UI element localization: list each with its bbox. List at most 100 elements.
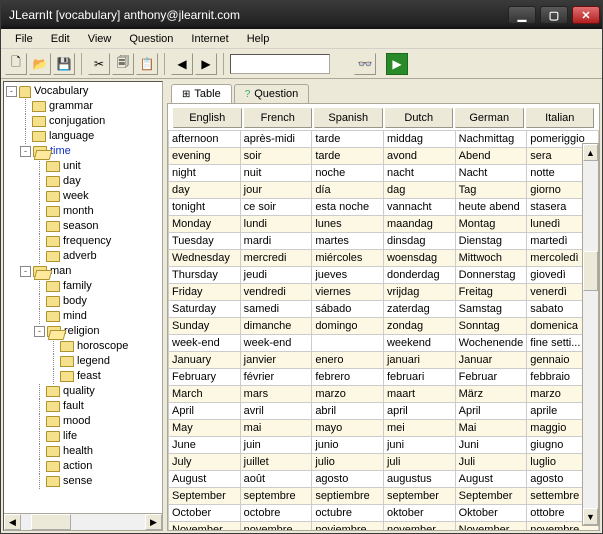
forward-button[interactable]: ▶: [195, 53, 217, 75]
table-row[interactable]: eveningsoirtardeavondAbendsera: [169, 148, 599, 165]
table-cell[interactable]: novembre: [240, 522, 312, 531]
table-cell[interactable]: Friday: [169, 284, 241, 301]
table-cell[interactable]: jour: [240, 182, 312, 199]
tree-root[interactable]: -Vocabulary: [6, 84, 160, 99]
tab-table[interactable]: ⊞Table: [171, 84, 232, 103]
column-header-dutch[interactable]: Dutch: [385, 108, 454, 128]
tree-item-man[interactable]: -man: [6, 264, 160, 279]
table-cell[interactable]: donderdag: [383, 267, 455, 284]
table-cell[interactable]: day: [169, 182, 241, 199]
tree-item-time[interactable]: -time: [6, 144, 160, 159]
menu-question[interactable]: Question: [121, 31, 181, 47]
table-row[interactable]: JunejuinjuniojuniJunigiugno: [169, 437, 599, 454]
table-row[interactable]: SaturdaysamedisábadozaterdagSamstagsabat…: [169, 301, 599, 318]
table-cell[interactable]: February: [169, 369, 241, 386]
scroll-down-icon[interactable]: ▼: [583, 508, 598, 525]
table-cell[interactable]: afternoon: [169, 131, 241, 148]
table-cell[interactable]: dimanche: [240, 318, 312, 335]
content-vscrollbar[interactable]: ▲ ▼: [582, 143, 599, 526]
new-button[interactable]: 🗋: [5, 53, 27, 75]
table-cell[interactable]: février: [240, 369, 312, 386]
menu-view[interactable]: View: [80, 31, 120, 47]
table-cell[interactable]: tarde: [312, 148, 384, 165]
table-cell[interactable]: mai: [240, 420, 312, 437]
table-row[interactable]: NovembernovembrenoviembrenovemberNovembe…: [169, 522, 599, 531]
table-cell[interactable]: November: [169, 522, 241, 531]
table-cell[interactable]: night: [169, 165, 241, 182]
tree-item-legend[interactable]: legend: [6, 354, 160, 369]
tree-item-language[interactable]: language: [6, 129, 160, 144]
table-cell[interactable]: samedi: [240, 301, 312, 318]
table-cell[interactable]: vrijdag: [383, 284, 455, 301]
table-cell[interactable]: noviembre: [312, 522, 384, 531]
scroll-up-icon[interactable]: ▲: [583, 144, 598, 161]
go-button[interactable]: ▶: [386, 53, 408, 75]
table-cell[interactable]: mercredi: [240, 250, 312, 267]
minimize-button[interactable]: ▁: [508, 6, 536, 24]
table-cell[interactable]: juni: [383, 437, 455, 454]
tree-item-adverb[interactable]: adverb: [6, 249, 160, 264]
table-cell[interactable]: evening: [169, 148, 241, 165]
binoculars-icon[interactable]: 👓: [354, 53, 376, 75]
vocabulary-grid[interactable]: afternoonaprès-miditardemiddagNachmittag…: [168, 130, 599, 530]
tree-item-week[interactable]: week: [6, 189, 160, 204]
table-cell[interactable]: avond: [383, 148, 455, 165]
table-cell[interactable]: soir: [240, 148, 312, 165]
table-cell[interactable]: May: [169, 420, 241, 437]
table-cell[interactable]: January: [169, 352, 241, 369]
table-cell[interactable]: Oktober: [455, 505, 527, 522]
table-row[interactable]: WednesdaymercredimiércoleswoensdagMittwo…: [169, 250, 599, 267]
table-row[interactable]: tonightce soiresta nochevannachtheute ab…: [169, 199, 599, 216]
table-cell[interactable]: agosto: [312, 471, 384, 488]
scroll-thumb[interactable]: [31, 514, 71, 530]
tree-item-quality[interactable]: quality: [6, 384, 160, 399]
table-cell[interactable]: Wochenende: [455, 335, 527, 352]
table-cell[interactable]: dag: [383, 182, 455, 199]
table-cell[interactable]: August: [455, 471, 527, 488]
tree-item-mood[interactable]: mood: [6, 414, 160, 429]
table-cell[interactable]: week-end: [240, 335, 312, 352]
table-cell[interactable]: junio: [312, 437, 384, 454]
table-cell[interactable]: Monday: [169, 216, 241, 233]
collapse-icon[interactable]: -: [6, 86, 17, 97]
table-cell[interactable]: Nachmittag: [455, 131, 527, 148]
table-cell[interactable]: Juli: [455, 454, 527, 471]
table-cell[interactable]: août: [240, 471, 312, 488]
table-cell[interactable]: Thursday: [169, 267, 241, 284]
table-cell[interactable]: jeudi: [240, 267, 312, 284]
table-cell[interactable]: Sonntag: [455, 318, 527, 335]
table-cell[interactable]: sábado: [312, 301, 384, 318]
tree-item-feast[interactable]: feast: [6, 369, 160, 384]
table-cell[interactable]: woensdag: [383, 250, 455, 267]
table-cell[interactable]: März: [455, 386, 527, 403]
back-button[interactable]: ◀: [171, 53, 193, 75]
table-cell[interactable]: Juni: [455, 437, 527, 454]
table-cell[interactable]: maandag: [383, 216, 455, 233]
table-cell[interactable]: April: [169, 403, 241, 420]
table-cell[interactable]: juillet: [240, 454, 312, 471]
cut-button[interactable]: ✂: [88, 53, 110, 75]
table-cell[interactable]: vannacht: [383, 199, 455, 216]
table-cell[interactable]: viernes: [312, 284, 384, 301]
table-cell[interactable]: weekend: [383, 335, 455, 352]
maximize-button[interactable]: ▢: [540, 6, 568, 24]
table-cell[interactable]: Februar: [455, 369, 527, 386]
table-cell[interactable]: augustus: [383, 471, 455, 488]
table-row[interactable]: dayjourdíadagTaggiorno: [169, 182, 599, 199]
table-cell[interactable]: [312, 335, 384, 352]
table-cell[interactable]: marzo: [312, 386, 384, 403]
tree-item-unit[interactable]: unit: [6, 159, 160, 174]
tree-item-action[interactable]: action: [6, 459, 160, 474]
table-cell[interactable]: après-midi: [240, 131, 312, 148]
table-cell[interactable]: zaterdag: [383, 301, 455, 318]
menu-edit[interactable]: Edit: [43, 31, 78, 47]
tree-item-family[interactable]: family: [6, 279, 160, 294]
copy-button[interactable]: 🗐: [112, 53, 134, 75]
column-header-english[interactable]: English: [173, 108, 242, 128]
table-cell[interactable]: octubre: [312, 505, 384, 522]
column-header-french[interactable]: French: [244, 108, 313, 128]
table-row[interactable]: ThursdayjeudijuevesdonderdagDonnerstaggi…: [169, 267, 599, 284]
tree-item-mind[interactable]: mind: [6, 309, 160, 324]
tree-item-sense[interactable]: sense: [6, 474, 160, 489]
table-cell[interactable]: mars: [240, 386, 312, 403]
